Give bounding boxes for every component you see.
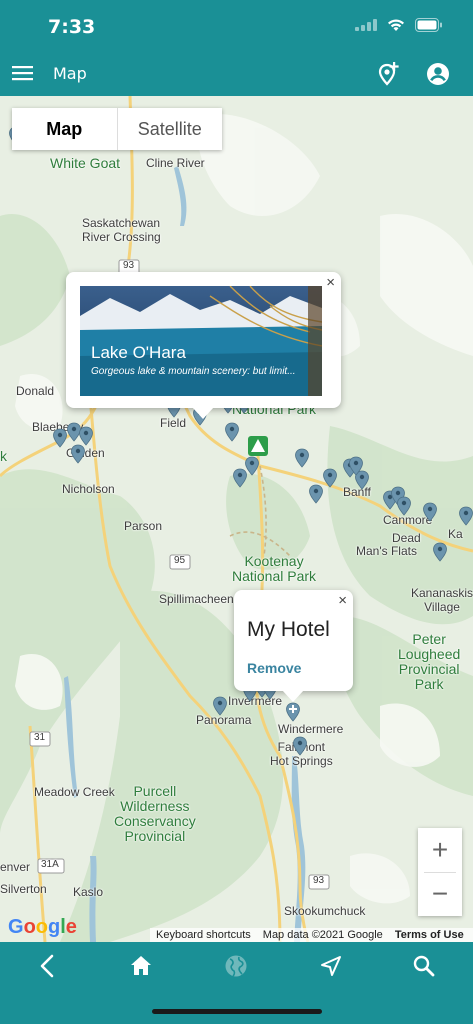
terms-of-use-link[interactable]: Terms of Use xyxy=(395,929,464,941)
park-label-purcell: Purcell Wilderness Conservancy Provincia… xyxy=(114,783,196,844)
keyboard-shortcuts-link[interactable]: Keyboard shortcuts xyxy=(156,929,251,941)
map-data-text: Map data ©2021 Google xyxy=(262,929,383,941)
menu-icon[interactable] xyxy=(12,62,34,84)
map-marker-pin[interactable] xyxy=(396,496,412,516)
battery-icon xyxy=(415,18,442,32)
map-label-windermere: Windermere xyxy=(278,722,344,736)
map-marker-pin[interactable] xyxy=(432,542,448,562)
home-indicator xyxy=(152,1009,322,1014)
map-label-skookumchuck: Skookumchuck xyxy=(284,904,366,918)
map-type-satellite-button[interactable]: Satellite xyxy=(118,108,223,150)
map-label-kaslo: Kaslo xyxy=(73,885,104,899)
map-label-silverton: Silverton xyxy=(0,882,47,896)
map-marker-pin[interactable] xyxy=(78,426,94,446)
globe-icon[interactable] xyxy=(223,953,249,979)
map-label-donald: Donald xyxy=(16,384,55,398)
hotel-title: My Hotel xyxy=(247,618,330,641)
map-label-saskatchewan-river-crossing: Saskatchewan River Crossing xyxy=(82,216,161,244)
lake-popup-close-button[interactable]: × xyxy=(326,274,335,291)
map-marker-pin[interactable] xyxy=(244,456,260,476)
map-label-dead: Dead xyxy=(392,531,421,545)
map-marker-pin[interactable] xyxy=(294,448,310,468)
lake-title: Lake O'Hara xyxy=(91,343,186,362)
map-marker-pin[interactable] xyxy=(224,422,240,442)
highway-93b-label: 93 xyxy=(313,875,325,886)
signal-icon xyxy=(355,19,377,31)
map-type-toggle: Map Satellite xyxy=(12,108,222,150)
map-label-white-goat: White Goat xyxy=(50,155,121,171)
highway-95-label: 95 xyxy=(174,555,186,566)
navigate-icon[interactable] xyxy=(318,953,344,979)
highway-31a-label: 31A xyxy=(41,859,59,870)
hotel-popup-pointer xyxy=(282,690,304,702)
home-icon[interactable] xyxy=(128,953,154,979)
map-label-spillimacheen: Spillimacheen xyxy=(159,592,234,606)
park-label-kootenay: Kootenay National Park xyxy=(232,553,317,584)
map-marker-pin[interactable] xyxy=(458,506,473,526)
lake-photo[interactable]: Lake O'Hara Gorgeous lake & mountain sce… xyxy=(80,286,322,396)
hotel-popup-close-button[interactable]: × xyxy=(338,592,347,609)
map-label-denver: enver xyxy=(0,860,31,874)
highway-31-label: 31 xyxy=(34,732,46,743)
map-marker-pin[interactable] xyxy=(292,736,308,756)
map-label-mans-flats: Man's Flats xyxy=(356,544,417,558)
map-label-cline-river: Cline River xyxy=(146,156,205,170)
account-icon[interactable] xyxy=(426,62,450,86)
map-label-nicholson: Nicholson xyxy=(62,482,115,496)
map-label-meadow-creek: Meadow Creek xyxy=(34,785,115,799)
map-view[interactable]: 93 95 31 31A 93 White Goat Cline River S… xyxy=(0,96,473,942)
map-marker-pin[interactable] xyxy=(322,468,338,488)
lake-subtitle: Gorgeous lake & mountain scenery: but li… xyxy=(91,366,296,377)
add-location-icon[interactable] xyxy=(376,60,402,86)
hotel-info-window[interactable]: × My Hotel Remove xyxy=(234,590,353,702)
back-icon[interactable] xyxy=(35,953,61,979)
wifi-icon xyxy=(388,19,404,31)
map-type-map-button[interactable]: Map xyxy=(12,108,118,150)
map-label-k: k xyxy=(0,448,7,464)
lake-info-window[interactable]: × Lake O'Hara Gorgeous lake & mountain s… xyxy=(66,272,341,419)
google-logo: Google xyxy=(8,916,77,938)
map-label-field: Field xyxy=(160,416,187,430)
map-attribution: Keyboard shortcuts Map data ©2021 Google… xyxy=(150,928,473,942)
map-label-ka: Ka xyxy=(448,527,463,541)
map-marker-pin[interactable] xyxy=(348,456,364,476)
map-label-kananaskis-village: Kananaskis Village xyxy=(411,586,473,614)
park-label-peter-lougheed: Peter Lougheed Provincial Park xyxy=(398,631,461,692)
search-icon[interactable] xyxy=(411,953,437,979)
page-title: Map xyxy=(53,64,87,83)
status-time: 7:33 xyxy=(48,16,96,38)
map-marker-pin[interactable] xyxy=(70,444,86,464)
status-bar: 7:33 xyxy=(0,0,473,50)
lake-photo-image xyxy=(80,286,322,396)
remove-hotel-button[interactable]: Remove xyxy=(247,660,301,676)
map-marker-pin[interactable] xyxy=(422,502,438,522)
highway-93-label: 93 xyxy=(123,260,135,271)
zoom-in-button[interactable]: + xyxy=(418,828,462,872)
hotel-marker-pin[interactable] xyxy=(285,702,301,722)
app-bar: Map xyxy=(0,50,473,96)
zoom-out-button[interactable]: − xyxy=(418,872,462,916)
zoom-controls: + − xyxy=(418,828,462,916)
map-label-parson: Parson xyxy=(124,519,163,533)
map-marker-pin[interactable] xyxy=(212,696,228,716)
lake-popup-pointer xyxy=(192,407,214,419)
